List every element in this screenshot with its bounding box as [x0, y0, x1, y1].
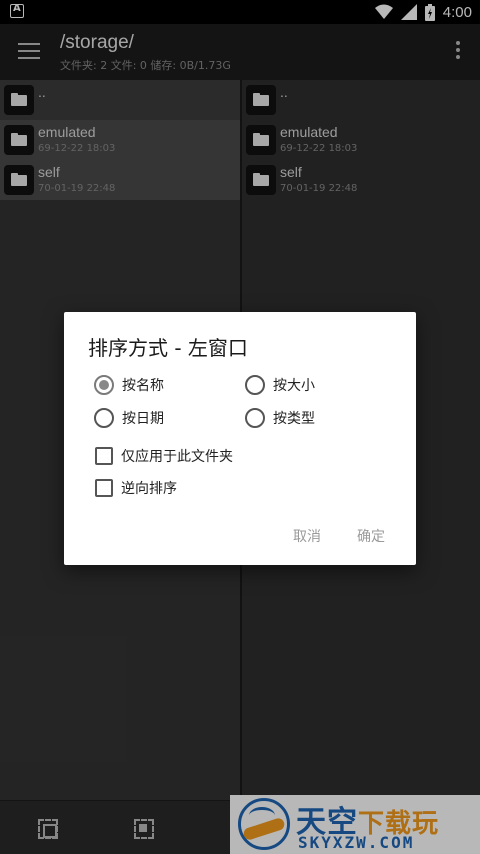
sort-by-size-radio[interactable]: 按大小	[245, 375, 315, 395]
radio-selected-icon	[94, 375, 114, 395]
sort-by-date-radio[interactable]: 按日期	[94, 408, 164, 428]
radio-unselected-icon	[94, 408, 114, 428]
checkbox-icon	[95, 447, 113, 465]
sort-by-type-radio[interactable]: 按类型	[245, 408, 315, 428]
reverse-sort-checkbox[interactable]: 逆向排序	[95, 478, 177, 498]
sort-by-name-radio[interactable]: 按名称	[94, 375, 164, 395]
apply-to-folder-checkbox[interactable]: 仅应用于此文件夹	[95, 446, 233, 466]
dialog-title: 排序方式 - 左窗口	[88, 336, 248, 360]
radio-unselected-icon	[245, 375, 265, 395]
sort-dialog: 排序方式 - 左窗口 按名称 按大小 按日期 按类型 仅应用于此文件夹 逆向排序…	[64, 312, 416, 565]
checkbox-icon	[95, 479, 113, 497]
radio-unselected-icon	[245, 408, 265, 428]
cancel-button[interactable]: 取消	[293, 526, 321, 546]
ok-button[interactable]: 确定	[357, 526, 385, 546]
